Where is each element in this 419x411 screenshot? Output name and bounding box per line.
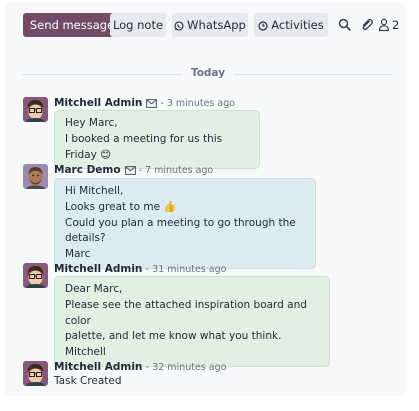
message-body: Task Created [54, 375, 122, 387]
message-line: Please see the attached inspiration boar… [65, 298, 307, 327]
avatar-mitchell-admin [23, 263, 48, 288]
paperclip-icon[interactable] [359, 17, 375, 33]
message-line: Looks great to me 👍 [65, 200, 177, 213]
message-time: - 31 minutes ago [145, 264, 227, 275]
whatsapp-label: WhatsApp [187, 18, 246, 32]
message-header: Mitchell Admin - 3 minutes ago [54, 96, 235, 111]
activities-label: Activities [271, 18, 324, 32]
message-line: Dear Marc, [65, 283, 123, 295]
message-line: Hey Marc, [65, 117, 118, 129]
chatter-toolbar: Send message Log note WhatsApp Activitie… [18, 13, 406, 39]
whatsapp-button[interactable]: WhatsApp [172, 13, 248, 37]
message-header: Mitchell Admin - 32 minutes ago [54, 360, 226, 375]
message-time: - 7 minutes ago [138, 165, 214, 176]
message-line: I booked a meeting for us this Friday 😊 [65, 132, 223, 161]
message-line: Marc [65, 248, 91, 261]
avatar-mitchell-admin [23, 361, 48, 386]
avatar-marc-demo [23, 164, 48, 189]
followers-icon[interactable] [378, 17, 390, 33]
message-time: - 3 minutes ago [160, 98, 236, 109]
separator-line-right [234, 74, 392, 75]
message-time: - 32 minutes ago [145, 362, 227, 373]
send-message-button[interactable]: Send message [23, 13, 121, 37]
followers-count[interactable]: 2 [392, 13, 399, 37]
message-bubble: Hey Marc, I booked a meeting for us this… [54, 110, 260, 170]
author-name: Mitchell Admin [54, 263, 143, 275]
author-name: Mitchell Admin [54, 97, 143, 109]
avatar-mitchell-admin [23, 97, 48, 122]
message-line: Mitchell [65, 346, 106, 359]
message-line: palette, and let me know what you think. [65, 330, 282, 343]
message-header: Marc Demo - 7 minutes ago [54, 163, 213, 178]
message-header: Mitchell Admin - 31 minutes ago [54, 262, 226, 277]
separator-line-left [22, 74, 182, 75]
date-separator: Today [190, 67, 226, 79]
whatsapp-icon [174, 20, 184, 31]
activities-button[interactable]: Activities [254, 13, 328, 37]
message-line: Could you plan a meeting to go through t… [65, 216, 296, 245]
envelope-icon [146, 99, 158, 108]
message-bubble: Hi Mitchell, Looks great to me 👍 Could y… [54, 178, 316, 269]
log-note-button[interactable]: Log note [110, 13, 166, 37]
author-name: Marc Demo [54, 164, 121, 176]
clock-icon [258, 20, 268, 31]
search-icon[interactable] [337, 17, 353, 33]
message-bubble: Dear Marc, Please see the attached inspi… [54, 276, 330, 367]
message-line: Hi Mitchell, [65, 185, 124, 197]
author-name: Mitchell Admin [54, 361, 143, 373]
envelope-icon [124, 166, 136, 175]
